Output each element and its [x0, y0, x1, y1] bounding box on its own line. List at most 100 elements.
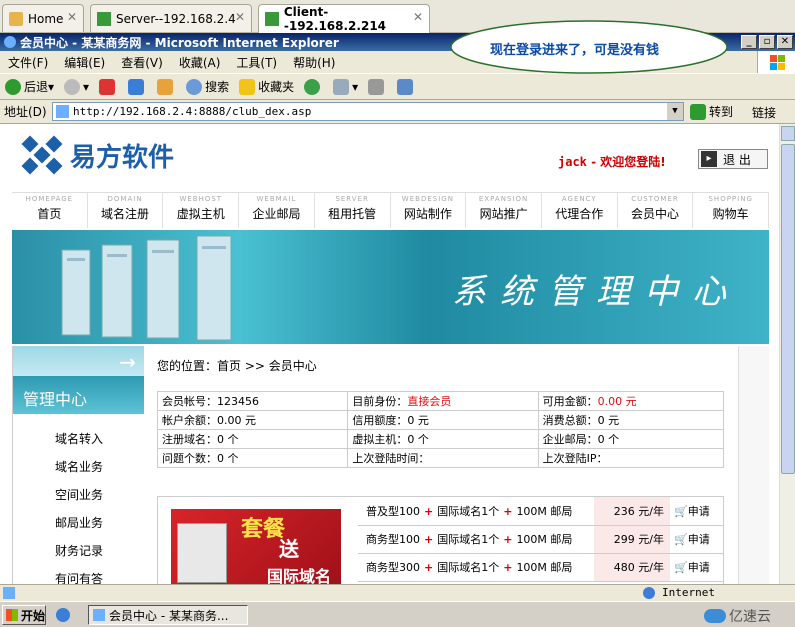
apply-button[interactable]: 🛒申请: [670, 525, 724, 554]
sidebar-item-hosting[interactable]: 空间业务: [55, 486, 103, 503]
close-button[interactable]: ✕: [777, 35, 793, 49]
sidebar: → 管理中心 域名转入 域名业务 空间业务 邮局业务 财务记录 有问有答: [12, 346, 144, 584]
package-row: 商务型300 + 国际域名1个 +100M 邮局 480 元/年 🛒申请: [358, 553, 724, 582]
sidebar-item-finance[interactable]: 财务记录: [55, 542, 103, 559]
tab-server[interactable]: Server--192.168.2.4 ✕: [90, 4, 252, 32]
start-button[interactable]: 开始: [2, 605, 46, 625]
menu-favorites[interactable]: 收藏(A): [171, 54, 229, 71]
site-logo[interactable]: 易方软件: [20, 134, 174, 176]
nav-item[interactable]: AGENCY 代理合作: [542, 193, 618, 228]
history-button[interactable]: [299, 78, 328, 95]
cell-value: 0 元: [597, 414, 620, 427]
stop-button[interactable]: [94, 78, 123, 95]
tab-client[interactable]: Client--192.168.2.214 ✕: [258, 4, 430, 33]
scroll-up-icon[interactable]: [781, 126, 795, 141]
nav-item[interactable]: SERVER 租用托管: [315, 193, 391, 228]
package-name: 普及型100: [366, 504, 420, 518]
close-icon[interactable]: ✕: [413, 10, 423, 24]
cell-label: 上次登陆IP：: [542, 452, 608, 465]
quicklaunch-ie-icon[interactable]: [56, 608, 70, 622]
vm-icon: [97, 11, 111, 26]
close-icon[interactable]: ✕: [67, 10, 77, 24]
nav-item[interactable]: WEBDESIGN 网站制作: [391, 193, 467, 228]
refresh-button[interactable]: [123, 78, 152, 95]
print-button[interactable]: [363, 78, 392, 95]
table-cell: 可用金额：0.00 元: [537, 391, 725, 411]
nav-item[interactable]: EXPANSION 网站推广: [466, 193, 542, 228]
taskbar-window-button[interactable]: 会员中心 - 某某商务...: [88, 605, 248, 625]
sidebar-item-qa[interactable]: 有问有答: [55, 570, 103, 584]
stop-icon: [99, 78, 116, 95]
menu-help[interactable]: 帮助(H): [285, 54, 343, 71]
back-button[interactable]: 后退 ▾: [0, 78, 59, 95]
nav-item[interactable]: CUSTOMER 会员中心: [618, 193, 694, 228]
search-icon: [186, 78, 203, 95]
dropdown-arrow-icon[interactable]: ▼: [667, 103, 683, 120]
taskbar-window-label: 会员中心 - 某某商务...: [109, 608, 229, 623]
restore-button[interactable]: ▫: [759, 35, 775, 49]
logout-button[interactable]: ▸ 退 出: [698, 149, 768, 169]
ie-icon: [4, 36, 16, 48]
package-desc: 普及型100 + 国际域名1个 +100M 邮局: [358, 497, 594, 526]
address-url: http://192.168.2.4:8888/club_dex.asp: [73, 105, 312, 118]
menu-view[interactable]: 查看(V): [113, 54, 171, 71]
nav-item-label: 网站制作: [403, 207, 452, 221]
scroll-thumb[interactable]: [781, 144, 795, 474]
nav-item-en: AGENCY: [561, 195, 597, 203]
apply-button[interactable]: 🛒申请: [670, 497, 724, 526]
account-info-table: 会员帐号：123456 目前身份：直接会员 可用金额：0.00 元帐户余额：0.00…: [156, 391, 725, 468]
favorites-label: 收藏夹: [258, 80, 295, 94]
nav-item[interactable]: DOMAIN 域名注册: [88, 193, 164, 228]
table-row: 问题个数：0 个上次登陆时间： 上次登陆IP：: [156, 448, 725, 468]
close-icon[interactable]: ✕: [235, 10, 245, 24]
address-input[interactable]: http://192.168.2.4:8888/club_dex.asp ▼: [52, 102, 684, 121]
page-icon: [56, 105, 69, 118]
sidebar-item-mail[interactable]: 邮局业务: [55, 514, 103, 531]
menu-edit[interactable]: 编辑(E): [56, 54, 113, 71]
menu-tools[interactable]: 工具(T): [228, 54, 285, 71]
sidebar-item-domain-transfer[interactable]: 域名转入: [55, 430, 103, 447]
nav-item[interactable]: WEBMAIL 企业邮局: [239, 193, 315, 228]
nav-item-en: EXPANSION: [478, 195, 529, 203]
nav-item-label: 首页: [37, 207, 62, 221]
sidebar-item-domain[interactable]: 域名业务: [55, 458, 103, 475]
nav-item-label: 虚拟主机: [176, 207, 225, 221]
cart-icon: 🛒: [674, 504, 688, 518]
cell-label: 信用额度：: [352, 414, 408, 427]
computer-icon: [177, 523, 227, 583]
search-button[interactable]: 搜索: [181, 78, 234, 95]
apply-button[interactable]: 🛒申请: [670, 553, 724, 582]
nav-item[interactable]: SHOPPING 购物车: [693, 193, 770, 228]
forward-button[interactable]: ▾: [59, 78, 94, 95]
favorites-button[interactable]: 收藏夹: [234, 78, 299, 95]
nav-item-en: WEBHOST: [179, 195, 223, 203]
nav-item-en: WEBDESIGN: [401, 195, 454, 203]
minimize-button[interactable]: _: [741, 35, 757, 49]
nav-item-label: 代理合作: [555, 207, 604, 221]
menu-file[interactable]: 文件(F): [0, 54, 56, 71]
package-row: 普及型100 + 国际域名1个 +100M 邮局 236 元/年 🛒申请: [358, 497, 724, 526]
mail-button[interactable]: ▾: [328, 78, 363, 95]
cell-label: 可用金额：: [542, 395, 598, 408]
go-button[interactable]: 转到: [690, 103, 733, 120]
nav-item[interactable]: WEBHOST 虚拟主机: [163, 193, 240, 228]
package-price: 236 元/年: [594, 497, 670, 526]
package-promo-image[interactable]: 套餐 送 国际域名: [171, 509, 341, 584]
sidebar-title: 管理中心: [13, 376, 144, 414]
breadcrumb: 您的位置：首页 >> 会员中心: [157, 359, 317, 373]
nav-item-en: SERVER: [335, 195, 369, 203]
vertical-scrollbar[interactable]: [779, 124, 795, 584]
nav-item-en: CUSTOMER: [631, 195, 679, 203]
welcome-message: - 欢迎您登陆!: [586, 155, 666, 169]
home-button[interactable]: [152, 78, 181, 95]
arrow-right-icon: →: [119, 350, 136, 374]
table-cell: 会员帐号：123456: [156, 391, 349, 411]
annotation-callout: 现在登录进来了，可是没有钱: [448, 18, 730, 76]
nav-item[interactable]: HOMEPAGE 首页: [12, 193, 88, 228]
promo-text-3: 国际域名: [267, 567, 332, 584]
start-label: 开始: [21, 608, 46, 623]
nav-item-label: 购物车: [712, 207, 749, 221]
links-button[interactable]: 链接: [752, 104, 776, 121]
edit-button[interactable]: [392, 78, 421, 95]
tab-home[interactable]: Home ✕: [2, 4, 84, 32]
